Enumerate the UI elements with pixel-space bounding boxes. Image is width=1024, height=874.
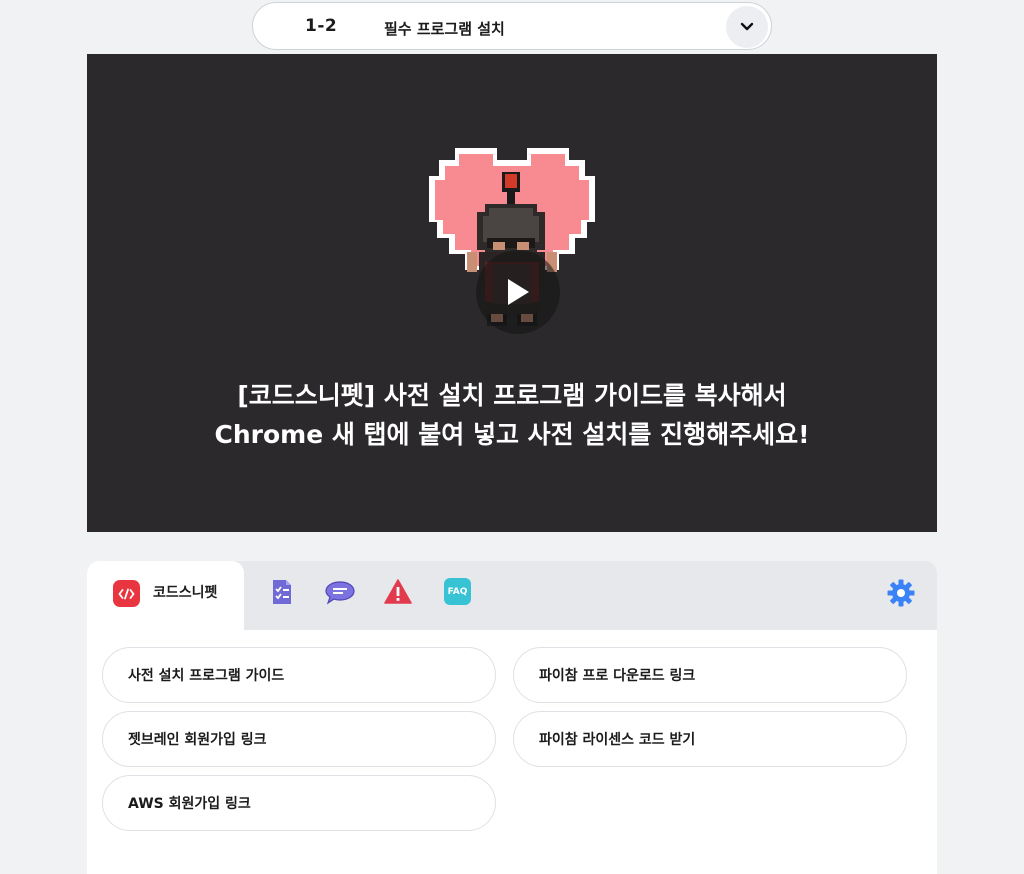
lesson-selector[interactable]: 1-2 필수 프로그램 설치 <box>252 2 772 50</box>
link-label: 젯브레인 회원가입 링크 <box>128 732 267 748</box>
video-caption: [코드스니펫] 사전 설치 프로그램 가이드를 복사해서 Chrome 새 탭에… <box>87 376 937 454</box>
caption-line-2: Chrome 새 탭에 붙여 넣고 사전 설치를 진행해주세요! <box>214 420 810 449</box>
link-jetbrains-signup[interactable]: 젯브레인 회원가입 링크 <box>102 711 496 767</box>
chevron-down-icon <box>740 22 754 31</box>
code-brackets-icon <box>113 580 140 607</box>
chat-bubble-icon[interactable] <box>324 578 356 606</box>
tab-code-snippet[interactable]: 코드스니펫 <box>87 561 244 630</box>
link-label: 파이참 프로 다운로드 링크 <box>539 668 696 684</box>
warning-icon[interactable] <box>384 578 412 606</box>
play-icon <box>476 250 560 334</box>
link-pycharm-license[interactable]: 파이참 라이센스 코드 받기 <box>513 711 907 767</box>
lesson-number: 1-2 <box>305 16 338 36</box>
lesson-title: 필수 프로그램 설치 <box>384 20 505 38</box>
snippet-panel: 코드스니펫 FAQ 사전 설치 프로그램 가이드 파이참 프로 다운로드 링크 … <box>87 561 937 874</box>
link-label: 파이참 라이센스 코드 받기 <box>539 732 696 748</box>
caption-line-1: [코드스니펫] 사전 설치 프로그램 가이드를 복사해서 <box>237 381 787 410</box>
link-aws-signup[interactable]: AWS 회원가입 링크 <box>102 775 496 831</box>
tab-label: 코드스니펫 <box>153 585 218 601</box>
gear-icon[interactable] <box>886 578 916 608</box>
faq-icon-label: FAQ <box>447 586 468 597</box>
link-label: AWS 회원가입 링크 <box>128 796 251 812</box>
video-player[interactable]: [코드스니펫] 사전 설치 프로그램 가이드를 복사해서 Chrome 새 탭에… <box>87 54 937 532</box>
tab-bar: 코드스니펫 FAQ <box>87 561 937 630</box>
faq-icon[interactable]: FAQ <box>444 578 471 605</box>
link-pycharm-download[interactable]: 파이참 프로 다운로드 링크 <box>513 647 907 703</box>
checklist-icon[interactable] <box>268 578 296 606</box>
lesson-dropdown-button[interactable] <box>726 6 768 48</box>
play-button[interactable] <box>467 250 569 334</box>
link-label: 사전 설치 프로그램 가이드 <box>128 668 285 684</box>
link-install-guide[interactable]: 사전 설치 프로그램 가이드 <box>102 647 496 703</box>
